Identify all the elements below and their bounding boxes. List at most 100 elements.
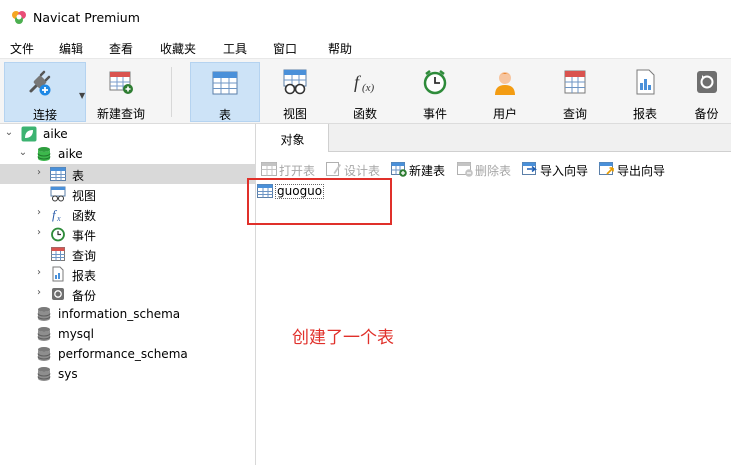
tree-connection-aike[interactable]: ⌄ aike bbox=[0, 124, 256, 144]
expanded-chevron-icon[interactable]: ⌄ bbox=[4, 127, 14, 138]
delete-table-label: 删除表 bbox=[475, 164, 512, 178]
new-query-button[interactable]: 新建查询 bbox=[91, 62, 151, 122]
table-label: 表 bbox=[218, 108, 231, 122]
tree-node-reports[interactable]: › 报表 bbox=[0, 264, 256, 284]
backup-icon bbox=[696, 71, 717, 93]
table-icon bbox=[50, 167, 66, 181]
tree-node-events[interactable]: › 事件 bbox=[0, 224, 256, 244]
tree-label-functions: 函数 bbox=[72, 209, 97, 223]
object-toolbar: 打开表 设计表 新建表 删除表 导入向导 导出向导 bbox=[257, 156, 731, 180]
menu-favorites[interactable]: 收藏夹 bbox=[160, 40, 196, 57]
backup-icon bbox=[52, 288, 64, 300]
import-wizard-button[interactable]: 导入向导 bbox=[522, 160, 598, 178]
open-table-icon bbox=[261, 162, 277, 176]
report-button[interactable]: 报表 bbox=[612, 62, 678, 122]
menu-edit[interactable]: 编辑 bbox=[59, 40, 83, 57]
query-button[interactable]: 查询 bbox=[542, 62, 608, 122]
delete-table-icon bbox=[457, 162, 473, 177]
tree-database-mysql[interactable]: mysql bbox=[0, 324, 256, 344]
export-icon bbox=[599, 162, 614, 175]
backup-label: 备份 bbox=[694, 107, 719, 121]
database-name: mysql bbox=[58, 327, 94, 341]
menu-tools[interactable]: 工具 bbox=[223, 40, 247, 57]
export-wizard-button[interactable]: 导出向导 bbox=[599, 160, 675, 178]
toolbar-separator bbox=[171, 67, 172, 117]
import-wizard-label: 导入向导 bbox=[540, 164, 589, 178]
design-table-button[interactable]: 设计表 bbox=[326, 160, 390, 178]
menu-view[interactable]: 查看 bbox=[109, 40, 133, 57]
import-icon bbox=[522, 162, 538, 175]
view-icon bbox=[50, 186, 66, 202]
tree-database-sys[interactable]: sys bbox=[0, 364, 256, 384]
clock-icon bbox=[51, 227, 65, 242]
connect-dropdown-arrow[interactable]: ▼ bbox=[79, 91, 85, 100]
new-query-label: 新建查询 bbox=[96, 107, 145, 121]
collapsed-chevron-icon[interactable]: › bbox=[34, 227, 44, 238]
function-button[interactable]: f (x) 函数 bbox=[332, 62, 398, 122]
function-label: 函数 bbox=[352, 107, 377, 121]
svg-text:f: f bbox=[354, 72, 362, 92]
collapsed-chevron-icon[interactable]: › bbox=[34, 287, 44, 298]
query-icon bbox=[51, 247, 65, 261]
collapsed-chevron-icon[interactable]: › bbox=[34, 267, 44, 278]
connection-leaf-icon bbox=[21, 126, 37, 142]
collapsed-chevron-icon[interactable]: › bbox=[34, 167, 44, 178]
tree-node-views[interactable]: 视图 bbox=[0, 184, 256, 204]
query-icon bbox=[564, 70, 586, 94]
window-title: Navicat Premium bbox=[33, 10, 140, 25]
tab-bar: 对象 bbox=[257, 124, 731, 152]
delete-table-button[interactable]: 删除表 bbox=[457, 160, 521, 178]
menu-bar: 文件 编辑 查看 收藏夹 工具 窗口 帮助 bbox=[0, 36, 731, 58]
connect-label: 连接 bbox=[32, 108, 57, 122]
expanded-chevron-icon[interactable]: ⌄ bbox=[18, 147, 28, 158]
user-button[interactable]: 用户 bbox=[472, 62, 538, 122]
design-table-icon bbox=[326, 162, 341, 176]
view-label: 视图 bbox=[282, 107, 307, 121]
open-table-button[interactable]: 打开表 bbox=[261, 160, 325, 178]
connect-button[interactable]: ▼ 连接 bbox=[4, 62, 86, 122]
tree-node-tables[interactable]: › 表 bbox=[0, 164, 256, 184]
report-icon bbox=[636, 69, 655, 95]
function-icon: f (x) bbox=[354, 72, 375, 94]
svg-text:(x): (x) bbox=[362, 82, 375, 94]
report-icon bbox=[52, 266, 64, 282]
database-grey-icon bbox=[37, 367, 51, 381]
event-button[interactable]: 事件 bbox=[402, 62, 468, 122]
navicat-logo-icon bbox=[12, 11, 26, 24]
menu-file[interactable]: 文件 bbox=[10, 40, 34, 57]
tree-node-backups[interactable]: › 备份 bbox=[0, 284, 256, 304]
database-grey-icon bbox=[37, 307, 51, 321]
tree-label-queries: 查询 bbox=[72, 249, 97, 263]
design-table-label: 设计表 bbox=[344, 164, 381, 178]
view-icon bbox=[283, 69, 307, 95]
plug-icon bbox=[29, 70, 51, 96]
view-button[interactable]: 视图 bbox=[262, 62, 328, 122]
menu-window[interactable]: 窗口 bbox=[273, 40, 297, 57]
tree-label-views: 视图 bbox=[72, 189, 97, 203]
tree-label-tables: 表 bbox=[72, 169, 85, 183]
database-name: aike bbox=[58, 147, 83, 161]
collapsed-chevron-icon[interactable]: › bbox=[34, 207, 44, 218]
report-label: 报表 bbox=[632, 107, 657, 121]
tree-node-functions[interactable]: › f x 函数 bbox=[0, 204, 256, 224]
tree-database-information-schema[interactable]: information_schema bbox=[0, 304, 256, 324]
query-label: 查询 bbox=[562, 107, 587, 121]
tree-database-performance-schema[interactable]: performance_schema bbox=[0, 344, 256, 364]
tab-objects[interactable]: 对象 bbox=[257, 124, 329, 152]
user-icon bbox=[495, 72, 515, 95]
new-table-button[interactable]: 新建表 bbox=[391, 160, 455, 178]
clock-icon bbox=[423, 70, 447, 95]
open-table-label: 打开表 bbox=[279, 164, 316, 178]
backup-button[interactable]: 备份 bbox=[682, 62, 731, 122]
menu-help[interactable]: 帮助 bbox=[328, 40, 352, 57]
table-button[interactable]: 表 bbox=[190, 62, 260, 122]
database-name: performance_schema bbox=[58, 347, 188, 361]
title-bar: Navicat Premium bbox=[0, 0, 731, 36]
tree-database-aike[interactable]: ⌄ aike bbox=[0, 144, 256, 164]
tree-node-queries[interactable]: 查询 bbox=[0, 244, 256, 264]
event-label: 事件 bbox=[422, 107, 447, 121]
database-green-icon bbox=[37, 147, 51, 161]
database-name: sys bbox=[58, 367, 78, 381]
annotation-text: 创建了一个表 bbox=[292, 328, 394, 348]
navigation-tree: ⌄ aike ⌄ aike › 表 视图 › f x 函数 › 事件 查询 › … bbox=[0, 124, 256, 465]
